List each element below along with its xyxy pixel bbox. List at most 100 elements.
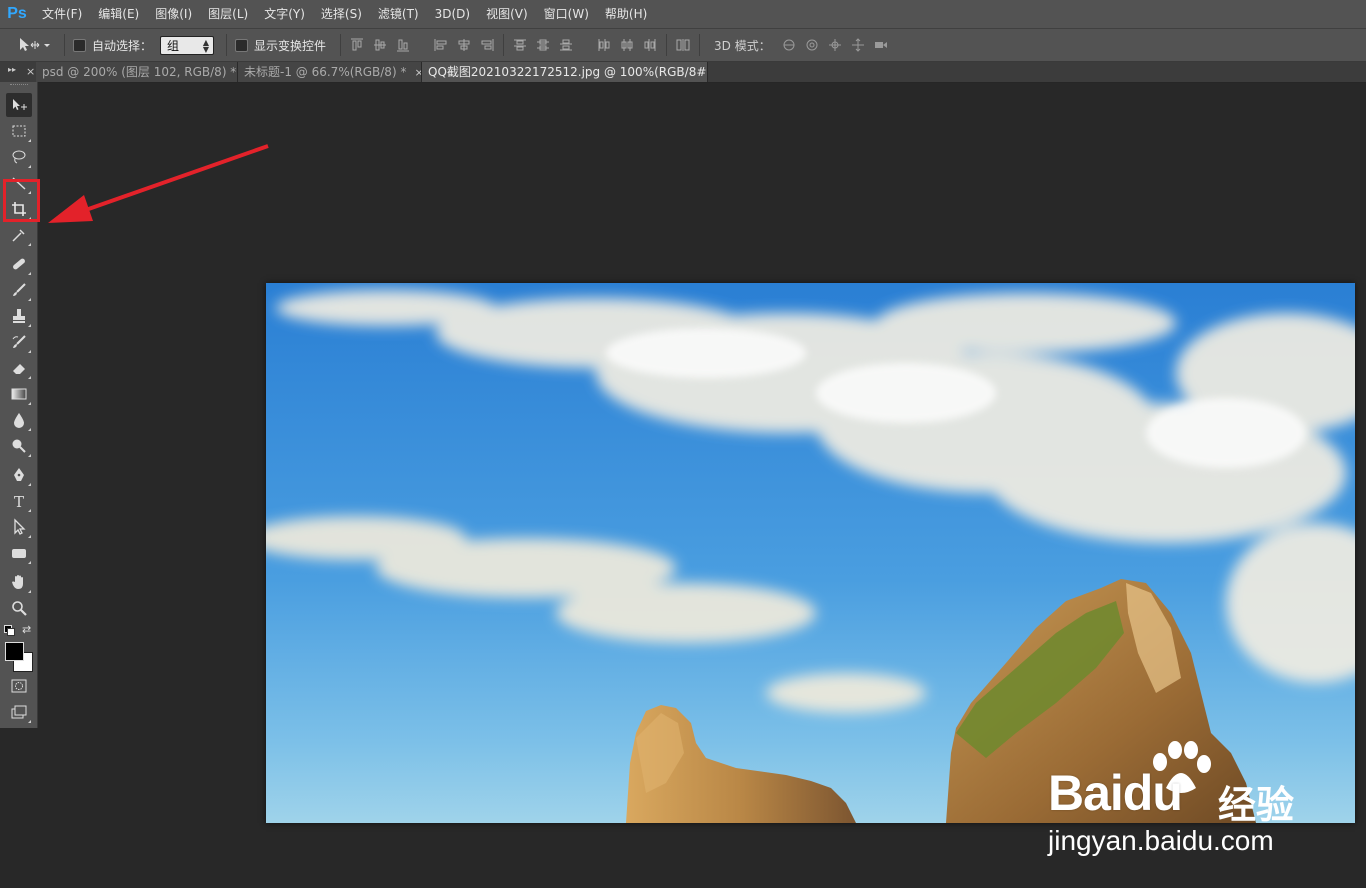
tab-title: 未标题-1 @ 66.7%(RGB/8) * [244, 65, 407, 79]
tab-document-active[interactable]: QQ截图20210322172512.jpg @ 100%(RGB/8#)× [422, 62, 708, 82]
menu-file[interactable]: 文件(F) [34, 0, 90, 28]
drop-icon [14, 413, 24, 428]
menu-window[interactable]: 窗口(W) [536, 0, 597, 28]
hand-icon [12, 575, 23, 589]
panel-grip[interactable] [10, 84, 28, 88]
auto-select-label: 自动选择： [92, 38, 153, 53]
align-right-icon[interactable] [479, 37, 495, 53]
separator [699, 34, 701, 56]
align-hcenter-icon[interactable] [456, 37, 472, 53]
collapse-panel-icon[interactable]: ▸▸ [8, 65, 16, 74]
photoshop-logo: Ps [7, 5, 27, 22]
menu-bar: Ps 文件(F) 编辑(E) 图像(I) 图层(L) 文字(Y) 选择(S) 滤… [0, 0, 1366, 28]
distribute-right-icon[interactable] [642, 37, 658, 53]
menu-3d[interactable]: 3D(D) [427, 0, 478, 28]
screen-mode-icon [11, 705, 27, 719]
brush-icon [13, 283, 26, 296]
menu-help[interactable]: 帮助(H) [597, 0, 655, 28]
distribute-left-icon[interactable] [596, 37, 612, 53]
default-colors-icon[interactable] [4, 625, 15, 636]
gradient-tool[interactable] [6, 382, 32, 406]
zoom-tool[interactable] [6, 596, 32, 620]
close-icon[interactable]: × [414, 66, 421, 79]
menu-view[interactable]: 视图(V) [478, 0, 536, 28]
watermark-brand: Baidu [1048, 765, 1183, 821]
menu-filter[interactable]: 滤镜(T) [370, 0, 427, 28]
watermark-url: jingyan.baidu.com [1048, 825, 1274, 856]
brush-tool[interactable] [6, 278, 32, 302]
path-selection-tool[interactable] [6, 515, 32, 539]
pen-tool[interactable] [6, 463, 32, 487]
align-left-icon[interactable] [433, 37, 449, 53]
menu-edit[interactable]: 编辑(E) [90, 0, 147, 28]
auto-select-value: 组 [167, 38, 180, 53]
quick-mask-icon [11, 679, 27, 693]
history-brush-tool[interactable] [6, 330, 32, 354]
align-bottom-icon[interactable] [395, 37, 411, 53]
type-tool[interactable]: T [6, 489, 32, 513]
foreground-color-swatch[interactable] [5, 642, 24, 661]
menu-select[interactable]: 选择(S) [313, 0, 370, 28]
menu-layer[interactable]: 图层(L) [200, 0, 256, 28]
3d-slide-icon[interactable] [850, 37, 866, 53]
eraser-tool[interactable] [6, 356, 32, 380]
marquee-tool[interactable] [6, 119, 32, 143]
move-tool-icon [20, 38, 50, 51]
watermark-jingyan: 经验 [1218, 783, 1295, 827]
dodge-icon [12, 439, 26, 453]
healing-brush-tool[interactable] [6, 252, 32, 276]
type-icon: T [14, 493, 24, 510]
align-vcenter-icon[interactable] [372, 37, 388, 53]
tab-title: psd @ 200% (图层 102, RGB/8) * [42, 65, 237, 79]
close-icon[interactable]: × [26, 62, 35, 82]
menu-image[interactable]: 图像(I) [147, 0, 200, 28]
distribute-hcenter-icon[interactable] [619, 37, 635, 53]
stamp-icon [13, 309, 25, 323]
show-transform-label: 显示变换控件 [254, 38, 327, 53]
distribute-vcenter-icon[interactable] [535, 37, 551, 53]
separator [64, 34, 65, 56]
swap-colors-icon[interactable]: ⇄ [22, 623, 31, 636]
eyedropper-tool[interactable] [6, 223, 32, 247]
3d-mode-buttons [781, 37, 889, 53]
move-tool[interactable] [6, 93, 32, 117]
auto-select-checkbox[interactable] [73, 38, 86, 52]
hand-tool[interactable] [6, 570, 32, 594]
distribute-top-icon[interactable] [512, 37, 528, 53]
tab-document-1[interactable]: psd @ 200% (图层 102, RGB/8) *× [36, 62, 238, 82]
path-select-icon [14, 518, 26, 535]
lasso-icon [12, 150, 26, 164]
3d-mode-label: 3D 模式： [714, 38, 771, 53]
annotation-arrow [48, 144, 269, 223]
tool-preset-picker[interactable] [12, 32, 56, 58]
quick-mask-button[interactable] [6, 674, 32, 698]
3d-pan-icon[interactable] [827, 37, 843, 53]
separator [503, 34, 505, 56]
dodge-tool[interactable] [6, 434, 32, 458]
3d-rotate-icon[interactable] [781, 37, 797, 53]
3d-scale-icon[interactable] [873, 37, 889, 53]
rectangle-tool[interactable] [6, 541, 32, 565]
svg-text:T: T [14, 493, 24, 510]
screen-mode-button[interactable] [6, 700, 32, 724]
auto-align-icon[interactable] [675, 37, 691, 53]
menu-type[interactable]: 文字(Y) [256, 0, 313, 28]
clone-stamp-tool[interactable] [6, 304, 32, 328]
crop-tool-highlight [3, 179, 40, 222]
lasso-tool[interactable] [6, 145, 32, 169]
eyedropper-icon [12, 229, 25, 242]
eraser-icon [13, 364, 25, 374]
separator [226, 34, 228, 56]
3d-roll-icon[interactable] [804, 37, 820, 53]
rectangle-icon [12, 549, 26, 558]
align-top-icon[interactable] [349, 37, 365, 53]
distribute-bottom-icon[interactable] [558, 37, 574, 53]
show-transform-checkbox[interactable] [235, 38, 249, 52]
tab-title: QQ截图20210322172512.jpg @ 100%(RGB/8#) [428, 65, 708, 79]
auto-select-dropdown[interactable]: 组 ▲ ▼ [160, 35, 215, 55]
rectangle-marquee-icon [12, 125, 26, 137]
tab-document-2[interactable]: 未标题-1 @ 66.7%(RGB/8) * × [238, 62, 422, 82]
dropdown-arrows-icon: ▲ ▼ [202, 37, 210, 54]
blur-tool[interactable] [6, 408, 32, 432]
tab-close-spacer: × [0, 62, 40, 82]
